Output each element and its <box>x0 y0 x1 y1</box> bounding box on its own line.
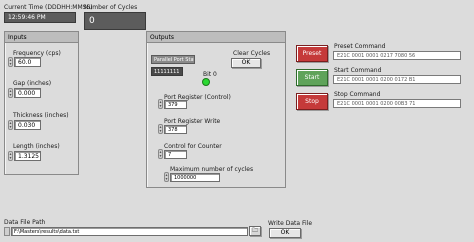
gap-input[interactable]: 0.000 <box>14 88 41 98</box>
bit-label: Bit 0 <box>203 71 217 78</box>
max-cycles-spinner[interactable]: ▴ ▾ <box>164 172 169 182</box>
port-register-write-label: Port Register Write <box>164 118 221 125</box>
write-data-label: Write Data File <box>268 220 313 227</box>
max-cycles-label: Maximum number of cycles <box>170 166 254 173</box>
cycles-label: Number of Cycles <box>84 4 138 11</box>
port-register-write-input[interactable]: 378 <box>164 125 187 134</box>
stop-button[interactable]: Stop <box>296 93 328 110</box>
data-file-path-input[interactable]: F:\Masters\results\data.txt <box>11 227 248 236</box>
bit-led-indicator <box>202 78 210 86</box>
start-button[interactable]: Start <box>296 69 328 86</box>
frequency-input[interactable]: 60.0 <box>14 57 41 67</box>
control-counter-input[interactable]: 7 <box>164 150 187 159</box>
start-command-label: Start Command <box>334 67 382 74</box>
thickness-input[interactable]: 0.030 <box>14 120 41 130</box>
current-time-label: Current Time (DDDHH:MMSS) <box>4 4 93 11</box>
clear-cycles-label: Clear Cycles <box>233 50 271 57</box>
port-register-write-spinner[interactable]: ▴ ▾ <box>158 124 163 134</box>
control-counter-spinner[interactable]: ▴ ▾ <box>158 149 163 159</box>
gap-label: Gap (inches) <box>13 80 52 87</box>
port-register-control-spinner[interactable]: ▴ ▾ <box>158 99 163 109</box>
cycles-indicator: 0 <box>84 12 146 30</box>
length-input[interactable]: 1.3125 <box>14 151 41 161</box>
frequency-spinner[interactable]: ▴ ▾ <box>8 57 13 67</box>
length-spinner[interactable]: ▴ ▾ <box>8 151 13 161</box>
start-command-field[interactable]: E21C 0001 0001 0200 0172 B1 <box>333 75 461 84</box>
gap-spinner[interactable]: ▴ ▾ <box>8 88 13 98</box>
browse-folder-button[interactable]: 🗀 <box>249 226 261 236</box>
write-data-ok-button[interactable]: OK <box>269 228 301 238</box>
control-counter-label: Control for Counter <box>164 143 222 150</box>
thickness-spinner[interactable]: ▴ ▾ <box>8 120 13 130</box>
data-file-path-label: Data File Path <box>4 219 46 226</box>
stop-command-label: Stop Command <box>334 91 381 98</box>
thickness-label: Thickness (inches) <box>13 112 69 119</box>
parallel-port-value: 11111111 <box>151 67 183 76</box>
port-register-control-input[interactable]: 379 <box>164 100 187 109</box>
stop-command-field[interactable]: E21C 0001 0001 0200 00B3 71 <box>333 99 461 108</box>
path-browse-toggle[interactable] <box>4 227 10 236</box>
inputs-title: Inputs <box>5 32 78 43</box>
parallel-port-label-box: Parallel Port Status Pins <box>151 55 195 64</box>
preset-command-label: Preset Command <box>334 43 386 50</box>
preset-command-field[interactable]: E21C 0001 0001 0217 7080 56 <box>333 51 461 60</box>
max-cycles-input[interactable]: 1000000 <box>170 173 220 182</box>
clear-cycles-button[interactable]: OK <box>231 58 261 68</box>
current-time-indicator: 12:59:46 PM <box>4 12 76 23</box>
length-label: Length (inches) <box>13 143 60 150</box>
frequency-label: Frequency (cps) <box>13 50 61 57</box>
folder-icon: 🗀 <box>251 227 258 234</box>
preset-button[interactable]: Preset <box>296 45 328 62</box>
outputs-title: Outputs <box>147 32 285 43</box>
